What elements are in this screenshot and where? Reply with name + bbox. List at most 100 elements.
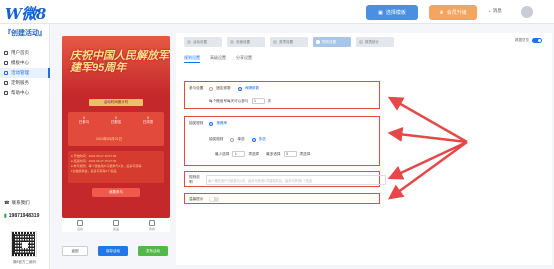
max-choice-unit: 项选择: [299, 151, 311, 156]
tips-switch[interactable]: [209, 196, 220, 202]
bottom-actions: 返回 保存活动 发布活动: [62, 246, 172, 256]
tab-rules[interactable]: 规则设置: [184, 55, 200, 63]
info-line: 1次抽奖机会，最多可获得1个奖品: [71, 169, 117, 173]
sidebar-item-home[interactable]: 用户首页: [0, 48, 50, 58]
sidebar: 『创建活动』 用户首页 模板中心 活动管理 定制服务 帮助中心 ☎ 联系我们 ▮ 1…: [0, 24, 50, 269]
sidebar-menu: 用户首页 模板中心 活动管理 定制服务 帮助中心: [0, 48, 50, 98]
rules-description-section: 规则说明 每个微信用户只能参与1次，最多可获得1次抽奖机会，最多可获得1个奖品: [184, 171, 386, 187]
service-icon: [4, 81, 8, 85]
preview-nav-activity[interactable]: 活动: [76, 219, 83, 231]
home-icon: [4, 51, 8, 55]
draw-rules-label: 抽奖规则: [189, 121, 204, 125]
preview-countdown-bar: 活动时间倒计时: [89, 99, 143, 106]
bell-icon: ◔: [488, 8, 491, 14]
contact-label: 联系我们: [11, 200, 30, 205]
step-icon: [187, 40, 191, 44]
preview-join-button[interactable]: 我要参与: [92, 188, 140, 197]
preview-nav-prizes[interactable]: 奖品: [112, 219, 119, 231]
select-template-button[interactable]: ▣ 选择模板: [366, 5, 418, 20]
tips-row: 温馨提示: [189, 196, 220, 202]
avatar[interactable]: [521, 6, 533, 18]
qr-label: 微8官方二维码: [13, 260, 36, 264]
gift-icon: [112, 219, 119, 226]
list-icon: [4, 71, 8, 75]
tips-section: 温馨提示: [184, 193, 380, 204]
upgrade-label: 会员升级: [446, 10, 467, 16]
logo[interactable]: W微8: [5, 3, 46, 24]
fixed-radio[interactable]: [209, 86, 214, 91]
probability-label: 按概率: [216, 121, 228, 125]
rules-description-row: 规则说明 每个微信用户只能参与1次，最多可获得1次抽奖机会，最多可获得1个奖品: [189, 175, 386, 185]
sidebar-item-activities[interactable]: 活动管理: [0, 68, 50, 78]
tab-share[interactable]: 分享设置: [236, 55, 252, 63]
step-icon: [359, 40, 363, 44]
sidebar-item-label: 活动管理: [11, 70, 29, 75]
step-label: 活动设置: [193, 39, 207, 44]
sidebar-item-custom[interactable]: 定制服务: [0, 78, 50, 88]
daily-limit-unit: 次: [267, 98, 272, 103]
tab-advanced[interactable]: 高级设置: [210, 55, 226, 63]
step-label: 报表统计: [365, 39, 379, 44]
choice-mode-row: 抽奖规则 单选 多选: [209, 137, 266, 142]
overview-toggle[interactable]: 数据总览: [515, 38, 542, 43]
participation-section: 参与设置 固定参数 间隔参数 每个微信号每天可以参与 1 次: [184, 81, 380, 109]
sidebar-item-label: 帮助中心: [11, 90, 29, 95]
step-label: 页面设置: [236, 39, 250, 44]
interval-radio[interactable]: [237, 86, 242, 91]
preview-nav-mine[interactable]: 我的: [148, 219, 155, 231]
contact-us[interactable]: ☎ 联系我们: [4, 200, 30, 206]
stat-viewed: 0 已浏览: [142, 116, 154, 124]
overview-switch[interactable]: [532, 38, 542, 43]
single-choice-label: 单选: [237, 137, 245, 141]
stat-registered: 0 已报名: [110, 116, 122, 124]
preview-title-line2: 建军95周年: [70, 62, 127, 75]
home-icon: [76, 219, 83, 226]
rules-description-input[interactable]: 每个微信用户只能参与1次，最多可获得1次抽奖机会，最多可获得1个奖品: [205, 175, 386, 185]
step-activity[interactable]: 活动设置: [184, 37, 222, 47]
max-choice-input[interactable]: 3: [283, 151, 297, 157]
messages-label: 消息: [492, 8, 502, 13]
probability-radio[interactable]: [209, 121, 214, 126]
rules-description-label: 规则说明: [189, 175, 200, 184]
crown-icon: ♛: [439, 9, 444, 16]
messages-button[interactable]: ◔ 消息: [488, 8, 502, 14]
single-choice-radio[interactable]: [230, 137, 235, 142]
multi-choice-radio[interactable]: [251, 137, 256, 142]
step-report[interactable]: 报表统计: [356, 37, 394, 47]
publish-button[interactable]: 发布活动: [138, 246, 168, 256]
draw-rules-row: 抽奖规则 按概率: [189, 121, 227, 126]
nav-label: 活动: [76, 226, 83, 231]
preview-stats-card: 0 已参与 0 已报名 0 已浏览 2024年05月01日: [68, 112, 164, 146]
step-prizes[interactable]: 奖项设置: [270, 37, 308, 47]
daily-limit-input[interactable]: 1: [251, 98, 265, 104]
step-label: 奖项设置: [279, 39, 293, 44]
headset-icon: ☎: [4, 200, 10, 205]
phone-icon: ▮: [4, 213, 7, 219]
sidebar-item-templates[interactable]: 模板中心: [0, 58, 50, 68]
sidebar-item-help[interactable]: 帮助中心: [0, 88, 50, 98]
back-button[interactable]: 返回: [62, 246, 88, 256]
sidebar-item-label: 定制服务: [11, 80, 29, 85]
step-page[interactable]: 页面设置: [227, 37, 265, 47]
min-choice-label: 最少选择: [215, 151, 230, 156]
preview-title-line1: 庆祝中国人民解放军: [70, 50, 169, 62]
step-rules[interactable]: 规则设置: [313, 37, 351, 47]
save-button[interactable]: 保存活动: [98, 246, 128, 256]
max-choice-label: 最多选择: [266, 151, 281, 156]
preview-nav: 活动 奖品 我的: [62, 218, 170, 232]
choice-mode-label: 抽奖规则: [209, 137, 224, 141]
fixed-option-label: 固定参数: [216, 86, 231, 90]
step-icon: [316, 40, 320, 44]
create-activity-title[interactable]: 『创建活动』: [4, 28, 46, 38]
draw-rules-section: 抽奖规则 按概率 抽奖规则 单选 多选 最少选择 1 项选择 最多选择 3 项选…: [184, 116, 380, 166]
help-icon: [4, 91, 8, 95]
qr-code: [11, 231, 37, 257]
tips-label: 温馨提示: [189, 196, 204, 201]
step-tabs: 活动设置 页面设置 奖项设置 规则设置 报表统计: [184, 37, 394, 47]
participation-label: 参与设置: [189, 86, 204, 90]
step-icon: [273, 40, 277, 44]
settings-panel: 活动设置 页面设置 奖项设置 规则设置 报表统计 数据总览 规则设置 高级设置 …: [176, 33, 552, 265]
upgrade-button[interactable]: ♛ 会员升级: [429, 5, 477, 20]
min-choice-input[interactable]: 1: [232, 151, 246, 157]
stat-participated: 0 已参与: [78, 116, 90, 124]
